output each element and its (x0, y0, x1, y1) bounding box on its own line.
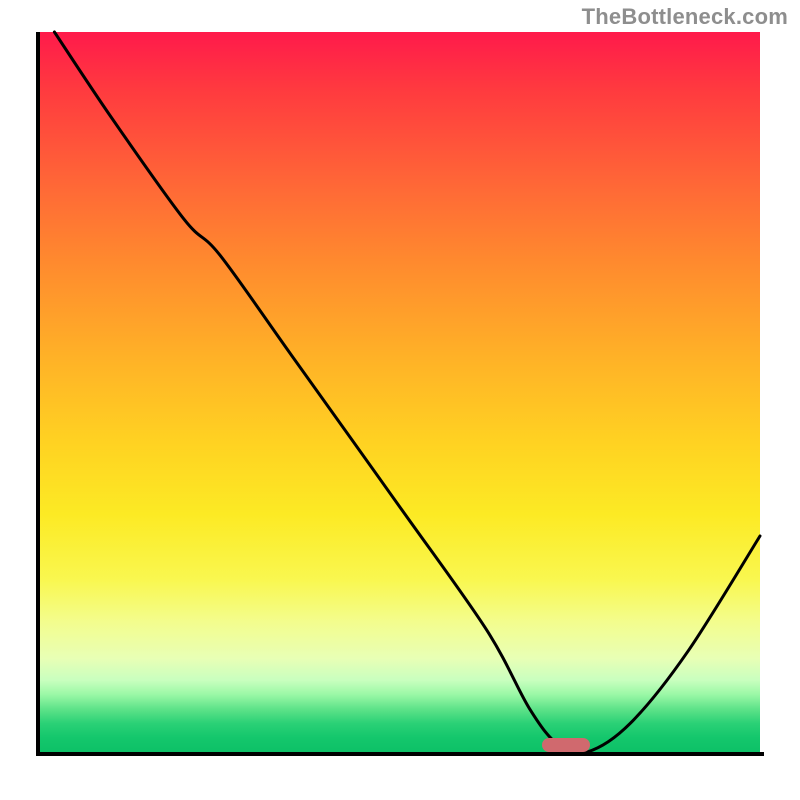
bottleneck-curve (40, 32, 760, 752)
plot-area (40, 32, 760, 752)
attribution-label: TheBottleneck.com (582, 4, 788, 30)
optimal-point-marker (542, 738, 590, 752)
x-axis (36, 752, 764, 756)
